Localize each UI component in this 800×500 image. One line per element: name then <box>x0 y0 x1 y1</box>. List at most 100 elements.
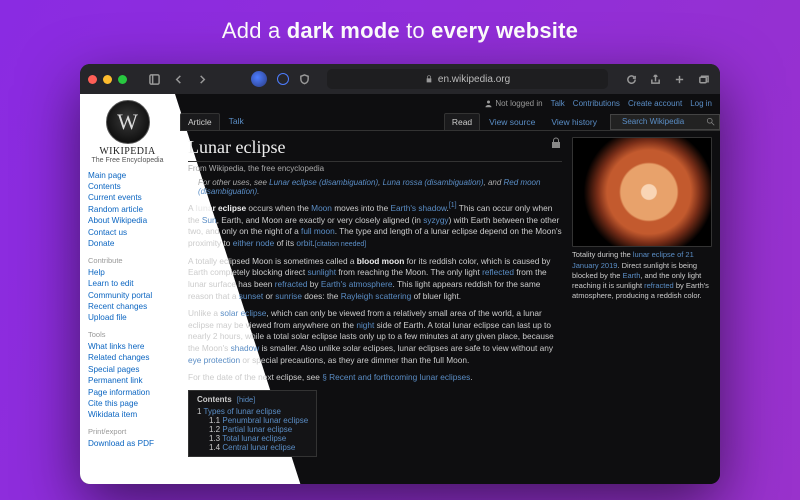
user-icon <box>484 99 493 108</box>
tabs-button[interactable] <box>694 70 712 88</box>
back-button[interactable] <box>169 70 187 88</box>
toc-toggle[interactable]: [hide] <box>237 395 255 404</box>
wikilink[interactable]: § Recent and forthcoming lunar eclipses <box>322 372 470 382</box>
sidebar-link[interactable]: Recent changes <box>88 301 167 312</box>
sidebar-link[interactable]: Related changes <box>88 353 167 364</box>
sidebar-link[interactable]: Wikidata item <box>88 410 167 421</box>
wikilink[interactable]: Earth's shadow <box>391 203 447 213</box>
tab-talk[interactable]: Talk <box>222 113 251 130</box>
sidebar-link[interactable]: Contents <box>88 181 167 192</box>
sidebar-link[interactable]: Upload file <box>88 313 167 324</box>
toc-link[interactable]: Partial lunar eclipse <box>222 425 292 434</box>
citation-needed-link[interactable]: [citation needed] <box>315 241 366 248</box>
sidebar-link[interactable]: Donate <box>88 239 167 250</box>
sidebar-link[interactable]: Random article <box>88 204 167 215</box>
wiki-globe-icon <box>106 100 150 144</box>
toc-link[interactable]: Penumbral lunar eclipse <box>222 416 308 425</box>
toc-title: Contents <box>197 395 232 404</box>
wikilink[interactable]: Sun <box>202 215 217 225</box>
tab-read[interactable]: Read <box>444 113 480 130</box>
tab-article[interactable]: Article <box>180 113 220 130</box>
sidebar-link[interactable]: Current events <box>88 193 167 204</box>
promo-headline: Add a dark mode to every website <box>0 0 800 44</box>
address-bar[interactable]: en.wikipedia.org <box>327 69 608 89</box>
sidebar-link[interactable]: Cite this page <box>88 398 167 409</box>
wikilink[interactable]: Earth's atmosphere <box>321 279 393 289</box>
sidebar-link[interactable]: Download as PDF <box>88 438 167 449</box>
wikilink[interactable]: Rayleigh scattering <box>341 291 412 301</box>
wikilink[interactable]: sunlight <box>307 267 336 277</box>
wikilink[interactable]: reflected <box>482 267 514 277</box>
toc-link[interactable]: Types of lunar eclipse <box>204 407 281 416</box>
wikilink[interactable]: refracted <box>275 279 308 289</box>
sidebar-heading: Print/export <box>88 427 167 436</box>
sidebar-link[interactable]: Community portal <box>88 290 167 301</box>
extension-indicator-icon[interactable] <box>277 73 289 85</box>
new-tab-button[interactable] <box>670 70 688 88</box>
sidebar-link[interactable]: Page information <box>88 387 167 398</box>
infobox-caption: Totality during the lunar eclipse of 21 … <box>572 250 712 301</box>
close-window-icon[interactable] <box>88 75 97 84</box>
article-paragraph: A lunar eclipse occurs when the Moon mov… <box>188 201 562 249</box>
infobox-image[interactable] <box>572 137 712 247</box>
wikilink[interactable]: Earth <box>622 271 640 280</box>
contributions-link[interactable]: Contributions <box>573 99 620 108</box>
sidebar-link[interactable]: Main page <box>88 170 167 181</box>
page-tabs: Article Talk Read View source View histo… <box>180 113 720 131</box>
toc-link[interactable]: Total lunar eclipse <box>222 434 286 443</box>
wiki-logo-text: WIKIPEDIA <box>88 146 167 157</box>
extension-icon[interactable] <box>251 71 267 87</box>
create-account-link[interactable]: Create account <box>628 99 682 108</box>
hatnote-link[interactable]: Lunar eclipse (disambiguation) <box>269 178 378 187</box>
sidebar-heading: Tools <box>88 330 167 339</box>
wikilink[interactable]: Moon <box>311 203 332 213</box>
article-paragraph: A totally eclipsed Moon is sometimes cal… <box>188 256 562 302</box>
share-button[interactable] <box>646 70 664 88</box>
tab-view-source[interactable]: View source <box>482 114 542 130</box>
search-placeholder: Search Wikipedia <box>615 114 691 129</box>
wikilink[interactable]: shadow <box>231 343 260 353</box>
forward-button[interactable] <box>193 70 211 88</box>
maximize-window-icon[interactable] <box>118 75 127 84</box>
tab-view-history[interactable]: View history <box>544 114 604 130</box>
search-input[interactable]: Search Wikipedia <box>610 114 720 130</box>
wiki-logo-sub: The Free Encyclopedia <box>88 157 167 164</box>
wikilink[interactable]: sunset <box>239 291 263 301</box>
protection-lock-icon[interactable] <box>550 137 562 149</box>
sidebar-link[interactable]: Special pages <box>88 364 167 375</box>
wikilink[interactable]: refracted <box>644 281 674 290</box>
wiki-content: Not logged in Talk Contributions Create … <box>180 94 720 484</box>
toc-link[interactable]: Central lunar eclipse <box>222 443 295 452</box>
sidebar-link[interactable]: Help <box>88 267 167 278</box>
sidebar-link[interactable]: What links here <box>88 341 167 352</box>
wikilink[interactable]: either node <box>233 238 275 248</box>
not-logged-in-label: Not logged in <box>495 99 542 108</box>
wiki-logo[interactable]: WIKIPEDIA The Free Encyclopedia <box>88 100 167 164</box>
browser-window: en.wikipedia.org WIKIPEDIA The Free Ency… <box>80 64 720 484</box>
url-host: en.wikipedia.org <box>438 74 510 85</box>
article-paragraph: For the date of the next eclipse, see § … <box>188 372 562 384</box>
wikilink[interactable]: solar eclipse <box>220 308 266 318</box>
sidebar-link[interactable]: Contact us <box>88 227 167 238</box>
hatnote-link[interactable]: Luna rossa (disambiguation) <box>383 178 484 187</box>
reload-button[interactable] <box>622 70 640 88</box>
wikilink[interactable]: syzygy <box>423 215 448 225</box>
sidebar-link[interactable]: About Wikipedia <box>88 216 167 227</box>
talk-link[interactable]: Talk <box>551 99 565 108</box>
minimize-window-icon[interactable] <box>103 75 112 84</box>
wikilink[interactable]: full moon <box>301 226 335 236</box>
article-title: Lunar eclipse <box>188 137 562 162</box>
wikilink[interactable]: orbit <box>296 238 312 248</box>
reference-link[interactable]: [1] <box>449 202 457 209</box>
login-link[interactable]: Log in <box>690 99 712 108</box>
wikilink[interactable]: eye protection <box>188 355 240 365</box>
sidebar-toggle-button[interactable] <box>145 70 163 88</box>
shield-icon[interactable] <box>295 70 313 88</box>
sidebar-link[interactable]: Learn to edit <box>88 279 167 290</box>
article-paragraph: Unlike a solar eclipse, which can only b… <box>188 308 562 366</box>
wikilink[interactable]: night <box>356 320 374 330</box>
personal-tools: Not logged in Talk Contributions Create … <box>180 94 720 113</box>
hatnote: For other uses, see Lunar eclipse (disam… <box>188 178 562 196</box>
wikilink[interactable]: sunrise <box>275 291 302 301</box>
sidebar-link[interactable]: Permanent link <box>88 376 167 387</box>
